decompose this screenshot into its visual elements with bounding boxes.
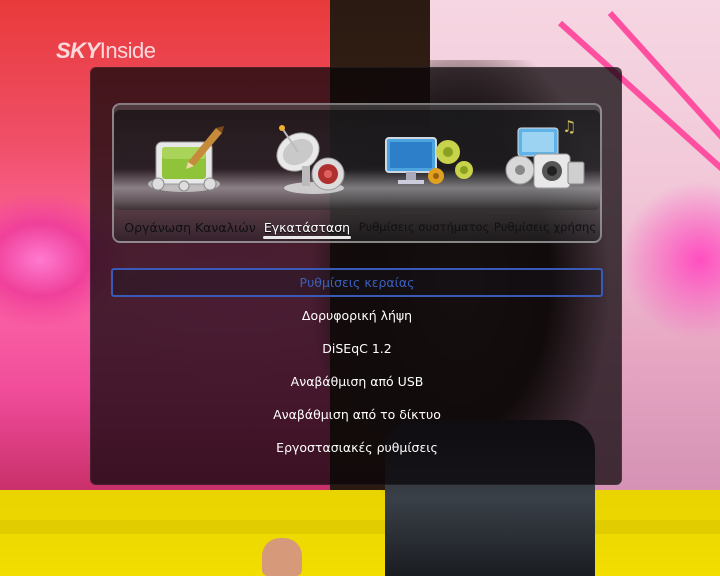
tab-channel-organization[interactable]: Οργάνωση Καναλιών <box>114 220 266 238</box>
active-tab-indicator <box>263 236 351 239</box>
tab-system-settings[interactable]: Ρυθμίσεις συστήματος <box>356 220 492 238</box>
background-hand <box>262 538 302 576</box>
menu-item-satellite-reception[interactable]: Δορυφορική λήψη <box>110 299 604 332</box>
satellite-dish-icon[interactable] <box>262 114 362 204</box>
tv-pencil-icon[interactable] <box>136 114 236 204</box>
installation-menu-list: Ρυθμίσεις κεραίας Δορυφορική λήψη DiSEqC… <box>110 266 604 464</box>
media-devices-icon[interactable]: ♫ <box>498 114 598 204</box>
svg-text:♫: ♫ <box>562 117 576 136</box>
background-right-glow <box>620 180 720 340</box>
menu-item-usb-upgrade[interactable]: Αναβάθμιση από USB <box>110 365 604 398</box>
menu-item-diseqc[interactable]: DiSEqC 1.2 <box>110 332 604 365</box>
menu-item-network-upgrade[interactable]: Αναβάθμιση από το δίκτυο <box>110 398 604 431</box>
menu-item-antenna-settings[interactable]: Ρυθμίσεις κεραίας <box>110 266 604 299</box>
menu-item-factory-reset[interactable]: Εργοστασιακές ρυθμίσεις <box>110 431 604 464</box>
tab-user-settings[interactable]: Ρυθμίσεις χρήσης <box>490 220 600 238</box>
sky-inside-logo: SKYInside <box>56 38 156 63</box>
monitor-gears-icon[interactable] <box>378 114 478 204</box>
